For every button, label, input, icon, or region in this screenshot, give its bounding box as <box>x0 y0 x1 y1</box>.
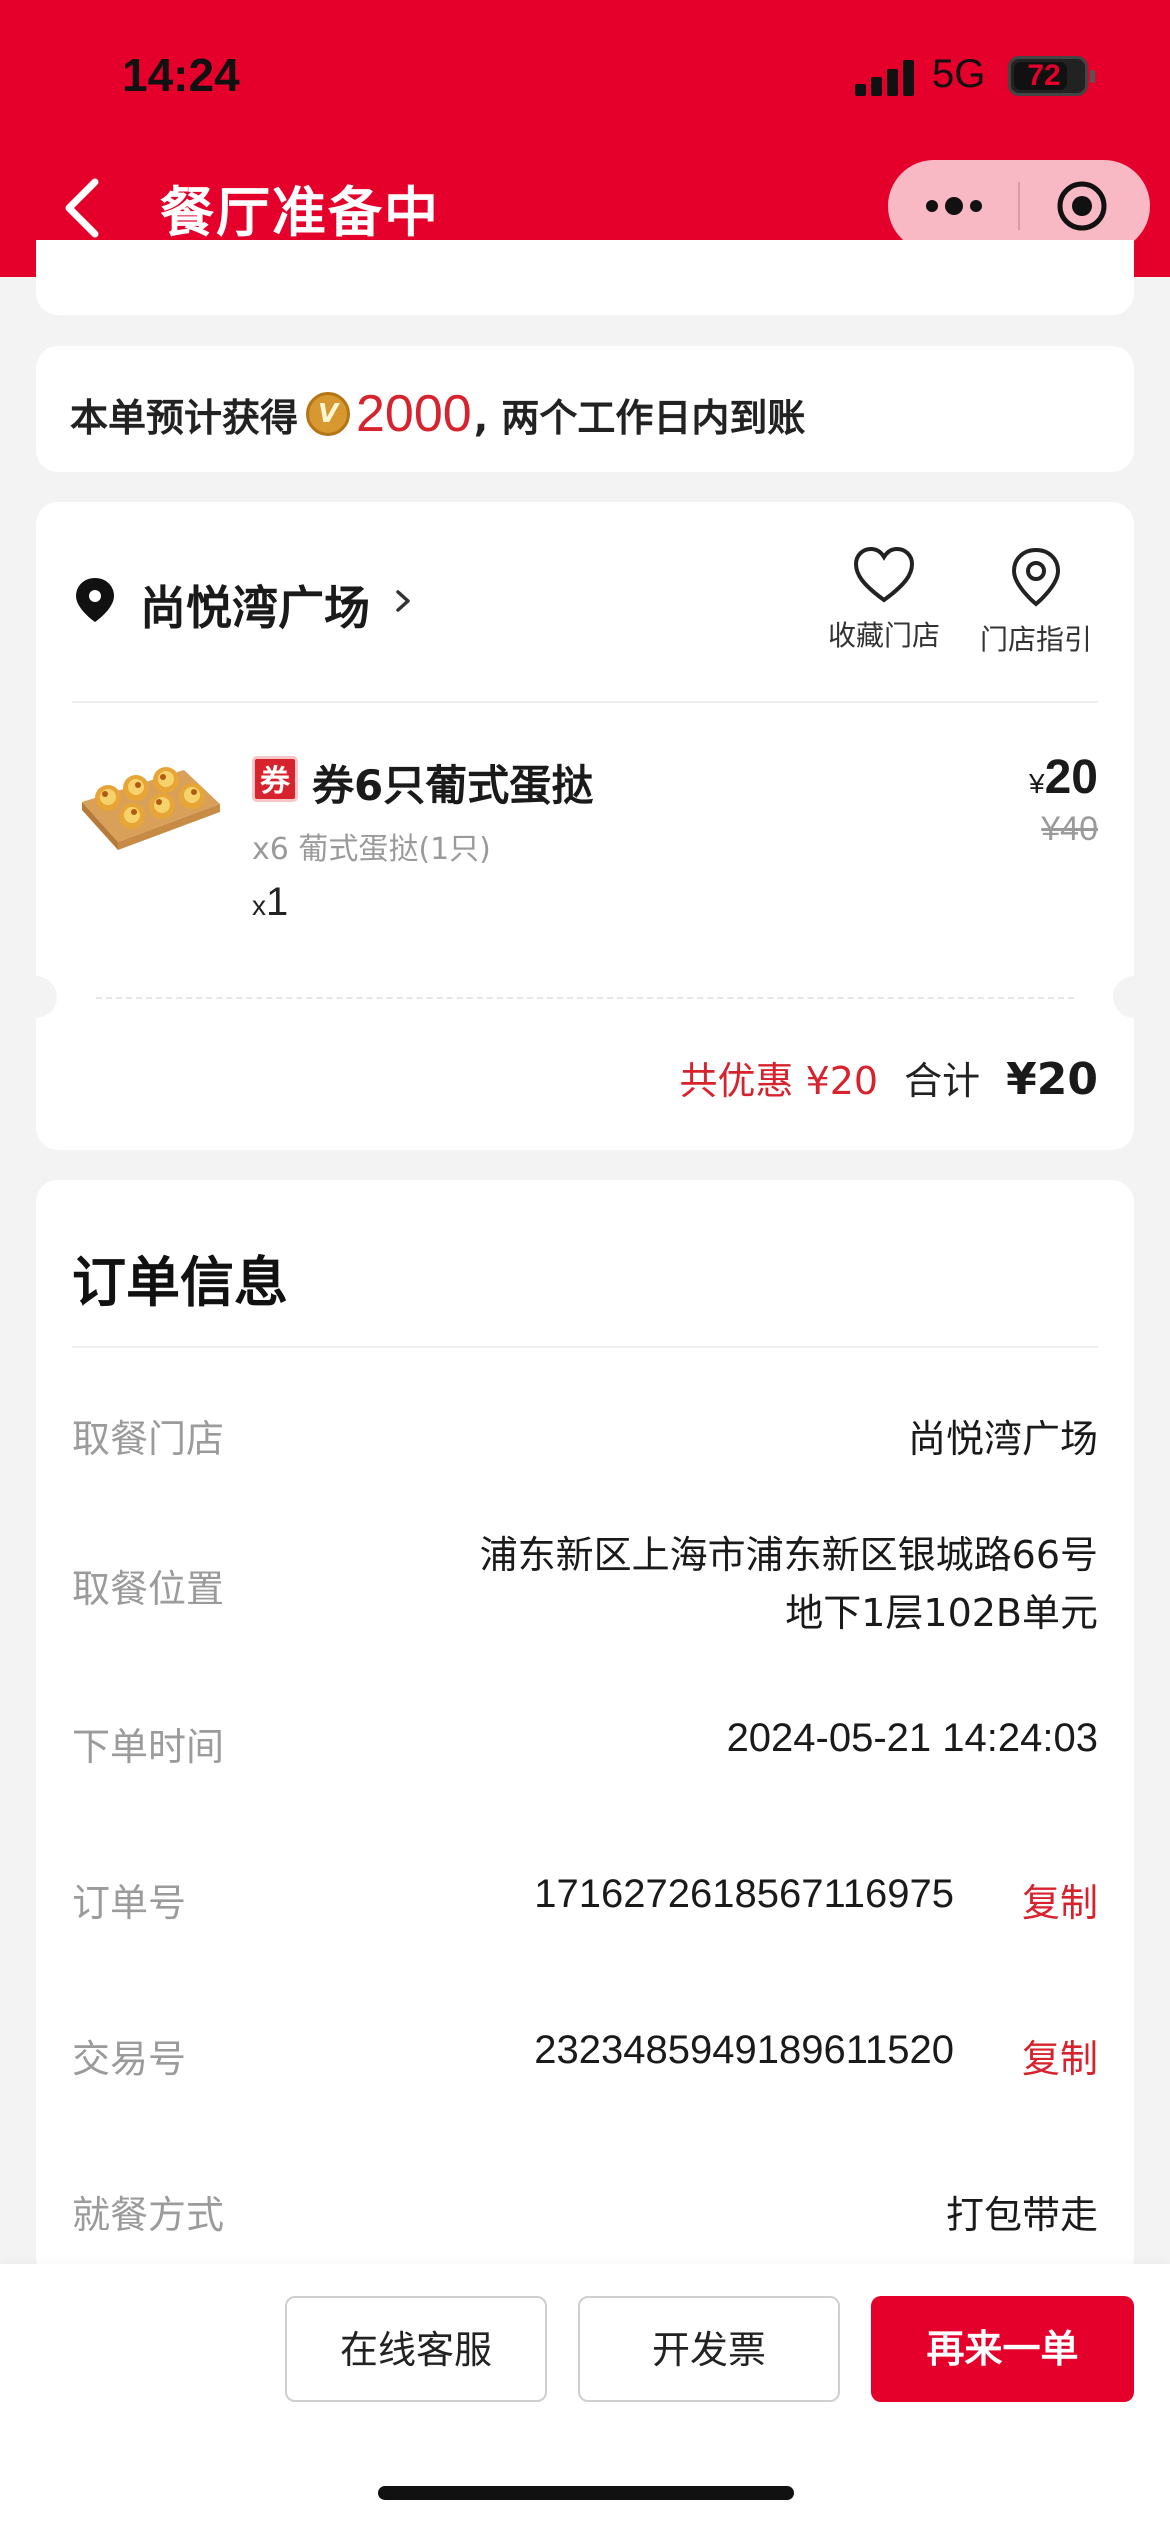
v-coin-icon: V <box>306 392 351 436</box>
trade-number: 2323485949189611520 <box>534 2028 954 2072</box>
network-type: 5G <box>932 52 986 96</box>
copy-order-number-button[interactable]: 复制 <box>1022 1872 1098 1927</box>
chevron-right-icon <box>396 590 410 612</box>
product-quantity: x1 <box>252 880 289 924</box>
order-info-title: 订单信息 <box>72 1251 288 1314</box>
heart-icon <box>853 546 915 603</box>
discount-total: 共优惠 ¥20 <box>679 1059 879 1103</box>
divider <box>72 1346 1098 1348</box>
chevron-left-icon <box>65 178 99 238</box>
back-button[interactable] <box>55 172 115 242</box>
more-dots-icon <box>926 197 982 215</box>
product-price: ¥20 <box>1029 751 1098 804</box>
pickup-location-row: 取餐位置 浦东新区上海市浦东新区银城路66号 地下1层102B单元 <box>72 1533 1098 1635</box>
app-header: 14:24 5G 72 餐厅准备中 <box>0 0 1170 277</box>
points-amount: 2000 <box>356 385 472 443</box>
status-card-stub <box>36 240 1134 315</box>
points-message: 本单预计获得 V 2000 , 两个工作日内到账 <box>70 385 806 443</box>
order-number: 1716272618567116975 <box>534 1872 954 1916</box>
store-name-link[interactable]: 尚悦湾广场 <box>140 572 370 638</box>
battery-level: 72 <box>1027 59 1061 92</box>
page-title: 餐厅准备中 <box>160 181 440 244</box>
divider <box>72 701 1098 703</box>
product-description: x6 葡式蛋挞(1只) <box>252 832 491 867</box>
order-info-card: 订单信息 取餐门店 尚悦湾广场 取餐位置 浦东新区上海市浦东新区银城路66号 地… <box>36 1180 1134 2280</box>
customer-service-button[interactable]: 在线客服 <box>285 2296 547 2402</box>
target-circle-icon <box>1057 181 1107 231</box>
store-order-card: 尚悦湾广场 收藏门店 门店指引 券 券6只葡式蛋挞 x6 葡式蛋挞(1只) x1 <box>15 502 1155 1150</box>
total-amount: ¥20 <box>1006 1054 1098 1105</box>
status-time: 14:24 <box>122 49 240 101</box>
cellular-signal-icon <box>855 60 917 96</box>
favorite-store-button[interactable]: 收藏门店 <box>814 546 954 654</box>
original-price: ¥40 <box>1041 810 1098 848</box>
points-card: 本单预计获得 V 2000 , 两个工作日内到账 <box>36 346 1134 472</box>
miniapp-capsule <box>888 160 1150 252</box>
more-button[interactable] <box>924 190 984 222</box>
home-indicator[interactable] <box>378 2486 794 2500</box>
location-pin-icon <box>1011 547 1061 607</box>
copy-trade-number-button[interactable]: 复制 <box>1022 2028 1098 2083</box>
coupon-badge: 券 <box>252 756 298 802</box>
location-fill-icon <box>76 578 114 622</box>
store-guide-button[interactable]: 门店指引 <box>966 546 1106 658</box>
egg-tart-product-image <box>82 767 220 850</box>
close-miniapp-button[interactable] <box>1056 180 1108 232</box>
order-total-row: 共优惠 ¥20 合计 ¥20 <box>680 1050 1099 1105</box>
reorder-button[interactable]: 再来一单 <box>871 2296 1134 2402</box>
dashed-divider <box>96 997 1074 999</box>
battery-icon: 72 <box>1008 56 1095 96</box>
total-label: 合计 <box>904 1059 981 1103</box>
product-name: 券6只葡式蛋挞 <box>312 761 594 810</box>
invoice-button[interactable]: 开发票 <box>578 2296 840 2402</box>
